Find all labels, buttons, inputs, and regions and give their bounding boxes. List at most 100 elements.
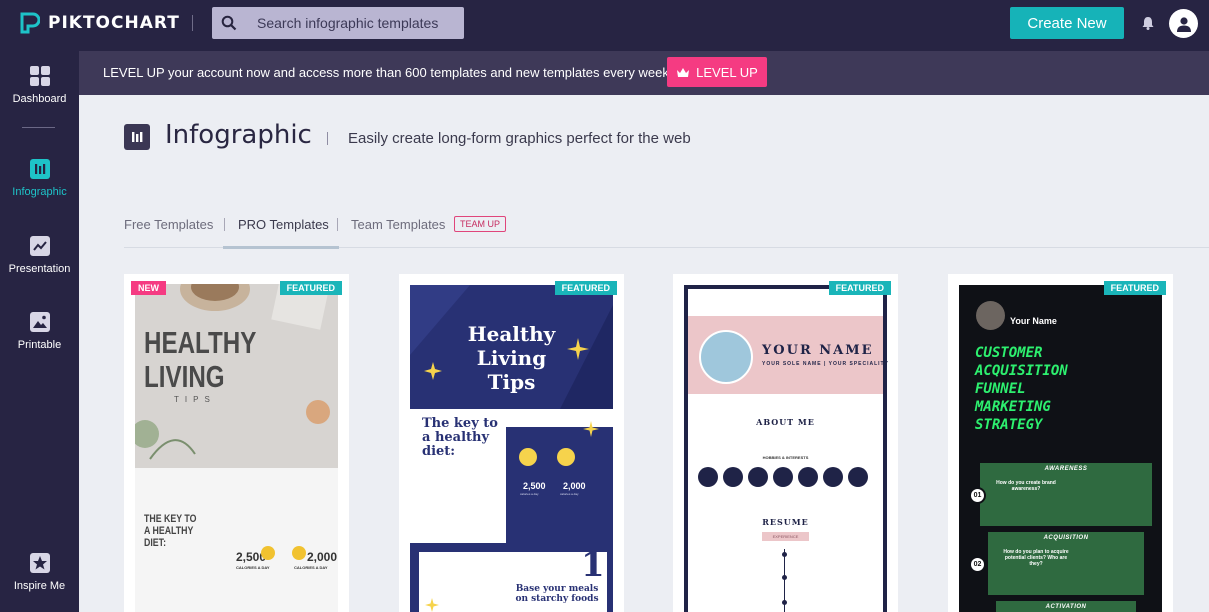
step-number: 1 [581,545,605,585]
piktochart-logo-icon [20,12,40,34]
tab-free-templates[interactable]: Free Templates [124,217,213,232]
stage-step: 01 [969,487,986,504]
timeline-dot [782,552,787,557]
crown-icon [677,67,690,77]
stage-title: ACTIVATION [1045,604,1087,610]
sidebar-item-label: Inspire Me [13,580,66,592]
stage-step: 02 [969,556,986,573]
hobby-icon [848,467,868,487]
hobby-icon [698,467,718,487]
stat-value: 2,000 [563,481,586,491]
sidebar-item-dashboard[interactable]: Dashboard [0,65,79,105]
stat-label: CALORIES A DAY [294,565,328,570]
title-divider [327,132,328,145]
logo-text: PIKTOCHART [48,13,180,33]
sidebar-item-presentation[interactable]: Presentation [0,235,79,275]
page-subtitle: Easily create long-form graphics perfect… [348,130,691,147]
resume-name: YOUR NAME [762,343,874,358]
create-new-button[interactable]: Create New [1010,7,1124,39]
sidebar-divider [22,127,55,128]
sidebar-item-label: Infographic [12,186,67,198]
resume-role: YOUR SOLE NAME | YOUR SPECIALITY [762,361,889,367]
stage-title: AWARENESS [1044,466,1088,472]
hobby-icon [748,467,768,487]
featured-badge: FEATURED [554,281,617,295]
sidebar-item-label: Printable [17,339,62,351]
featured-badge: FEATURED [828,281,891,295]
profile-photo [699,330,753,384]
team-up-badge[interactable]: TEAM UP [454,216,507,232]
stage-title: ACQUISITION [1043,535,1089,541]
infographic-page-icon [124,124,150,150]
timeline-dot [782,600,787,605]
about-heading: ABOUT ME [756,417,815,427]
active-tab-indicator [223,246,339,249]
step-text: Base your meals on starchy foods [515,584,599,604]
funnel-stage [980,463,1152,526]
stage-question: How do you create brand awareness? [996,480,1056,492]
tab-pro-templates[interactable]: PRO Templates [238,217,329,232]
sparkle-icon [567,338,589,360]
stat-label: calories a day [520,492,539,496]
sidebar-item-label: Dashboard [12,93,67,105]
template-card-resume[interactable]: FEATURED YOUR NAME YOUR SOLE NAME | YOUR… [673,274,898,612]
tab-divider [224,218,225,231]
search-input[interactable] [257,15,457,31]
image-icon [29,312,50,332]
new-badge: NEW [131,281,166,295]
card-title: HEALTHY LIVING [144,325,256,394]
resume-heading: RESUME [762,517,809,527]
sidebar-item-infographic[interactable]: Infographic [0,158,79,198]
template-card-healthy-living[interactable]: NEW FEATURED HEALTHY LIVING TIPS THE KEY… [124,274,349,612]
sidebar-item-label: Presentation [8,263,71,275]
top-bar: PIKTOCHART Create New [0,0,1209,51]
stat-label: CALORIES A DAY [236,565,270,570]
sidebar-item-inspire-me[interactable]: Inspire Me [0,552,79,592]
level-up-banner: LEVEL UP your account now and access mor… [79,51,1209,95]
level-up-button[interactable]: LEVEL UP [667,57,767,87]
banner-text: LEVEL UP your account now and access mor… [103,65,673,80]
stage-question: How do you plan to acquire potential cli… [1003,549,1069,567]
logo-divider [192,15,193,31]
sidebar-item-printable[interactable]: Printable [0,311,79,351]
level-up-label: LEVEL UP [696,64,758,80]
sidebar: Dashboard Infographic Presentation Print… [0,51,79,612]
logo[interactable]: PIKTOCHART [20,12,180,34]
card-section-title: THE KEY TO A HEALTHY DIET: [144,513,197,549]
user-icon [1176,16,1191,32]
template-card-funnel-strategy[interactable]: FEATURED Your Name CUSTOMER ACQUISITION … [948,274,1173,612]
page-title: Infographic [165,120,312,150]
featured-badge: FEATURED [279,281,342,295]
stat-label: calories a day [560,492,579,496]
star-icon [29,553,50,573]
author-photo [976,301,1005,330]
presentation-icon [29,236,50,256]
search-icon [221,15,237,31]
stat-value: 2,000 [307,550,338,564]
featured-badge: FEATURED [1103,281,1166,295]
person-icon [292,546,306,560]
experience-tag: EXPERIENCE [762,532,809,541]
card-title: Healthy Living Tips [467,322,556,394]
hobby-icon [823,467,843,487]
timeline-dot [782,575,787,580]
sparkle-icon [424,362,442,380]
avatar[interactable] [1169,9,1198,38]
card-section-title: The key to a healthy diet: [422,416,498,459]
author-name: Your Name [1010,316,1057,326]
hobby-icon [723,467,743,487]
card-title: CUSTOMER ACQUISITION FUNNEL MARKETING ST… [975,345,1068,433]
hobby-icon [773,467,793,487]
sparkle-icon [583,421,599,437]
template-card-healthy-living-tips[interactable]: FEATURED Healthy Living Tips The key to … [399,274,624,612]
hobby-icon [798,467,818,487]
card-subtitle: TIPS [174,395,216,404]
tab-divider [337,218,338,231]
bell-icon[interactable] [1140,15,1156,31]
sparkle-icon [425,598,439,612]
stat-value: 2,500 [523,481,546,491]
tab-team-templates[interactable]: Team Templates [351,217,445,232]
person-icon [261,546,275,560]
search-bar[interactable] [212,7,464,39]
hobbies-heading: HOBBIES & INTERESTS [762,455,809,460]
